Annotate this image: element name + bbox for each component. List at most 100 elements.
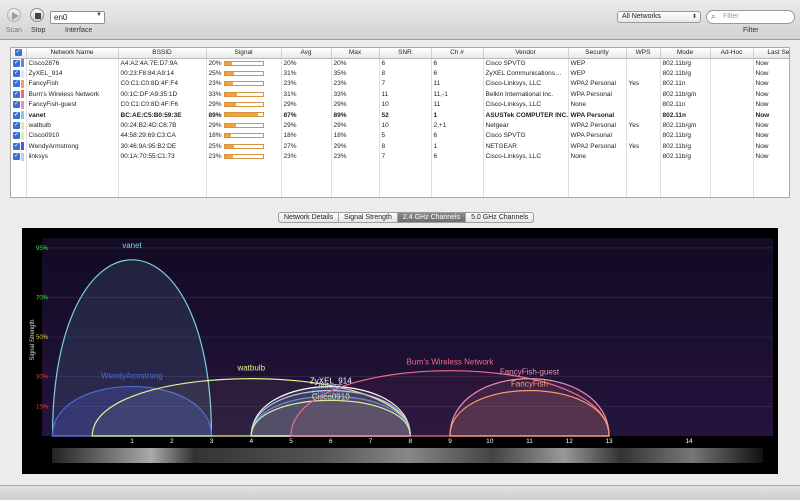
checkbox-icon[interactable]: ✓ xyxy=(13,153,20,161)
cell-last-seen: Now xyxy=(753,151,789,162)
row-checkbox-cell[interactable]: ✓ xyxy=(11,68,27,79)
cell-security: WPA2 Personal xyxy=(568,141,627,152)
table-row[interactable]: ✓ Cisco0910 44:58:29:69:C3:CA 18% 18% 18% 5 6 Ci… xyxy=(11,130,789,142)
cell-max: 23% xyxy=(331,78,380,90)
interface-select[interactable]: en0 ▼ xyxy=(50,11,105,24)
cell-wps xyxy=(626,99,661,110)
stop-button[interactable] xyxy=(30,8,44,22)
checkbox-icon[interactable]: ✓ xyxy=(13,70,20,78)
row-checkbox-cell[interactable]: ✓ xyxy=(11,58,27,69)
table-row[interactable]: ✓ FancyFish C0:C1:C0:8D:4F:F4 23% 23% 23% 7 11 C… xyxy=(11,78,789,90)
table-row[interactable]: ✓ ZyXEL_914 00:23:F8:84:A9:14 25% 31% 35% 8 6 Zy… xyxy=(11,68,789,79)
empty-cell xyxy=(483,182,569,194)
cell-security: WPA Personal xyxy=(568,130,627,142)
cell-snr: 5 xyxy=(379,130,432,142)
network-color-swatch xyxy=(21,111,24,120)
table-row[interactable]: ✓ FancyFish-guest C0:C1:C0:8D:4F:F6 29% 29% 2… xyxy=(11,99,789,110)
column-header[interactable]: SNR xyxy=(379,48,432,59)
tab-5-0-ghz-channels[interactable]: 5.0 GHz Channels xyxy=(466,213,533,222)
row-checkbox-cell[interactable]: ✓ xyxy=(11,99,27,110)
cell-text: 10 xyxy=(381,101,389,109)
select-all-header[interactable]: ✓ xyxy=(11,48,27,59)
empty-cell xyxy=(710,182,754,194)
scan-button[interactable] xyxy=(7,8,21,22)
column-header[interactable]: Ad-Hoc xyxy=(710,48,754,59)
cell-text: 52 xyxy=(381,111,389,119)
network-color-swatch xyxy=(21,152,24,161)
filter-input[interactable]: ⌕ Filter xyxy=(706,10,795,24)
cell-security: WPA Personal xyxy=(568,109,627,121)
cell-text: WPA2 Personal xyxy=(570,80,616,88)
network-filter-select[interactable]: All Networks ⬍ xyxy=(617,11,701,23)
table-row[interactable]: ✓ Burn's Wireless Network 00:1C:DF:A9:35:1… xyxy=(11,89,789,100)
column-header[interactable]: BSSID xyxy=(118,48,207,59)
cell-text: 00:23:F8:84:A9:14 xyxy=(120,70,175,78)
row-checkbox-cell[interactable]: ✓ xyxy=(11,141,27,152)
checkbox-icon[interactable]: ✓ xyxy=(13,122,20,130)
checkbox-icon[interactable]: ✓ xyxy=(13,90,20,98)
column-header[interactable]: Max xyxy=(331,48,380,59)
cell-ch: 6 xyxy=(431,68,484,79)
cell-snr: 7 xyxy=(379,78,432,90)
checkbox-icon[interactable]: ✓ xyxy=(13,142,20,150)
cell-snr: 6 xyxy=(379,58,432,69)
cell-text: Yes xyxy=(628,142,640,150)
cell-snr: 11 xyxy=(379,89,432,100)
cell-security: WPA2 Personal xyxy=(568,120,627,131)
row-checkbox-cell[interactable]: ✓ xyxy=(11,78,27,90)
y-tick-label: 30% xyxy=(36,375,49,381)
cell-security: None xyxy=(568,99,627,110)
column-header[interactable]: Last Seen xyxy=(753,48,789,59)
column-header[interactable]: WPS xyxy=(626,48,661,59)
empty-cell xyxy=(206,172,282,183)
column-header[interactable]: Network Name xyxy=(26,48,119,59)
row-checkbox-cell[interactable]: ✓ xyxy=(11,109,27,121)
cell-adhoc xyxy=(710,89,754,100)
empty-cell xyxy=(379,193,432,197)
series-label: WendyArmstrong xyxy=(101,372,163,381)
cell-max: 35% xyxy=(331,68,380,79)
cell-text: 30:46:9A:95:B2:DE xyxy=(120,142,177,150)
checkbox-icon[interactable]: ✓ xyxy=(13,80,20,88)
checkbox-icon[interactable]: ✓ xyxy=(13,59,20,67)
cell-text: 00:1C:DF:A9:35:1D xyxy=(120,90,178,98)
row-checkbox-cell[interactable]: ✓ xyxy=(11,120,27,131)
column-header[interactable]: Ch # xyxy=(431,48,484,59)
row-checkbox-cell[interactable]: ✓ xyxy=(11,89,27,100)
cell-bssid: 00:1A:70:55:C1:73 xyxy=(118,151,207,162)
x-tick-label: 12 xyxy=(566,438,574,445)
cell-vendor: Cisco-Linksys, LLC xyxy=(483,78,569,90)
x-tick-label: 8 xyxy=(408,438,412,445)
column-header[interactable]: Mode xyxy=(660,48,711,59)
cell-text: 802.11n xyxy=(662,111,687,119)
table-row[interactable]: ✓ vanet BC:AE:C5:B0:59:3E 89% 87% 89% 52 1 ASUST… xyxy=(11,109,789,121)
cell-text: 23% xyxy=(208,80,222,88)
cell-text: 8 xyxy=(381,70,386,78)
column-header[interactable]: Vendor xyxy=(483,48,569,59)
checkbox-icon[interactable]: ✓ xyxy=(13,101,20,109)
tab-signal-strength[interactable]: Signal Strength xyxy=(339,213,398,222)
row-checkbox-cell[interactable]: ✓ xyxy=(11,151,27,162)
cell-mode: 802.11n xyxy=(660,78,711,90)
column-header[interactable]: Avg xyxy=(281,48,332,59)
column-header[interactable]: Signal xyxy=(206,48,282,59)
chevron-updown-icon: ⬍ xyxy=(691,14,697,20)
empty-cell xyxy=(626,172,661,183)
column-header[interactable]: Security xyxy=(568,48,627,59)
empty-cell xyxy=(118,161,207,173)
cell-mode: 802.11b/g xyxy=(660,130,711,142)
table-row[interactable]: ✓ Cisco2876 A4:A2:4A:7E:D7:9A 20% 20% 20% 6 6 Ci… xyxy=(11,58,789,69)
cell-text: 20% xyxy=(208,59,222,67)
cell-text: Cisco SPVTG xyxy=(485,132,526,140)
table-row[interactable]: ✓ watbulb 00:24:B2:4D:C6:7B 29% 29% 29% 10 2,+1… xyxy=(11,120,789,131)
tab-network-details[interactable]: Network Details xyxy=(279,213,340,222)
cell-bssid: 44:58:29:69:C3:CA xyxy=(118,130,207,142)
tab-2-4-ghz-channels[interactable]: 2.4 GHz Channels xyxy=(397,213,467,222)
empty-cell xyxy=(281,161,332,173)
checkbox-icon[interactable]: ✓ xyxy=(13,111,20,119)
table-row[interactable]: ✓ WendyArmstrong 30:46:9A:95:B2:DE 25% 27% 29… xyxy=(11,141,789,152)
checkbox-icon[interactable]: ✓ xyxy=(13,132,20,140)
table-row[interactable]: ✓ linksys 00:1A:70:55:C1:73 23% 23% 23% 7 6 Cisc… xyxy=(11,151,789,162)
row-checkbox-cell[interactable]: ✓ xyxy=(11,130,27,142)
signal-bar-fill xyxy=(224,82,234,86)
